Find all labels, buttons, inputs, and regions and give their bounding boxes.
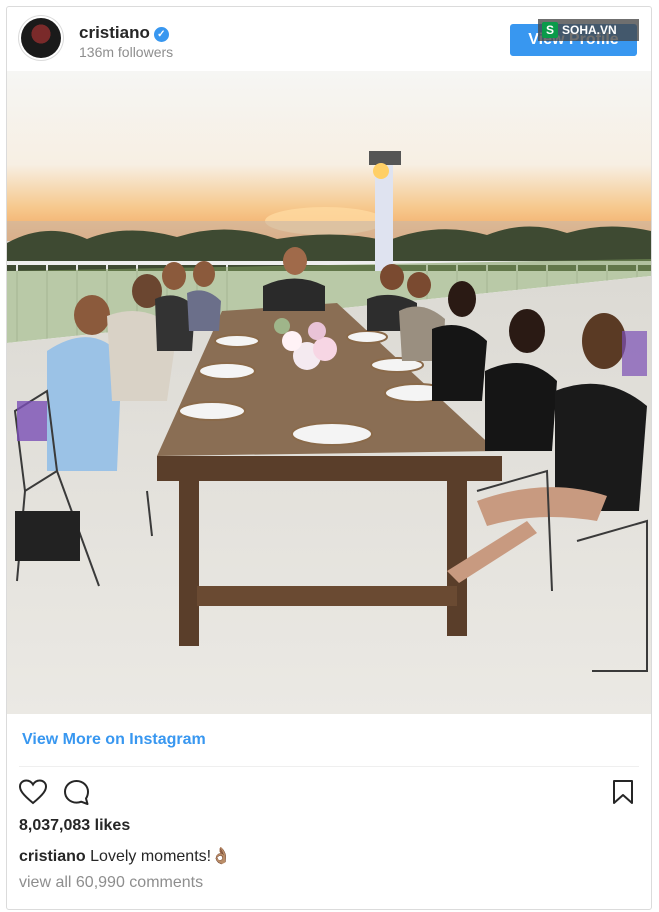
view-more-on-instagram-link[interactable]: View More on Instagram xyxy=(22,731,206,749)
username-row[interactable]: cristiano ✓ xyxy=(79,23,169,43)
watermark-text: SOHA.VN xyxy=(562,23,617,37)
watermark-logo-icon: S xyxy=(542,22,558,38)
heart-icon[interactable] xyxy=(18,779,48,810)
watermark: S SOHA.VN xyxy=(538,19,639,41)
post-photo[interactable] xyxy=(7,71,651,714)
verified-badge-icon: ✓ xyxy=(153,27,169,42)
followers-count: 136m followers xyxy=(79,44,174,60)
bookmark-icon[interactable] xyxy=(612,779,634,810)
post-header: cristiano✓ 136m followers View Profile S… xyxy=(7,7,651,71)
view-all-comments-link[interactable]: view all 60,990 comments xyxy=(19,874,203,892)
caption: cristiano Lovely moments!👌🏽 xyxy=(19,846,231,866)
caption-username[interactable]: cristiano xyxy=(19,848,86,865)
divider xyxy=(19,766,639,767)
comment-icon[interactable] xyxy=(63,779,90,811)
instagram-embed-card: cristiano✓ 136m followers View Profile S… xyxy=(6,6,652,910)
avatar[interactable] xyxy=(21,18,61,58)
likes-count[interactable]: 8,037,083 likes xyxy=(19,817,130,835)
username[interactable]: cristiano xyxy=(79,23,150,42)
dinner-photo xyxy=(7,71,651,714)
caption-text: Lovely moments!👌🏽 xyxy=(90,848,231,865)
